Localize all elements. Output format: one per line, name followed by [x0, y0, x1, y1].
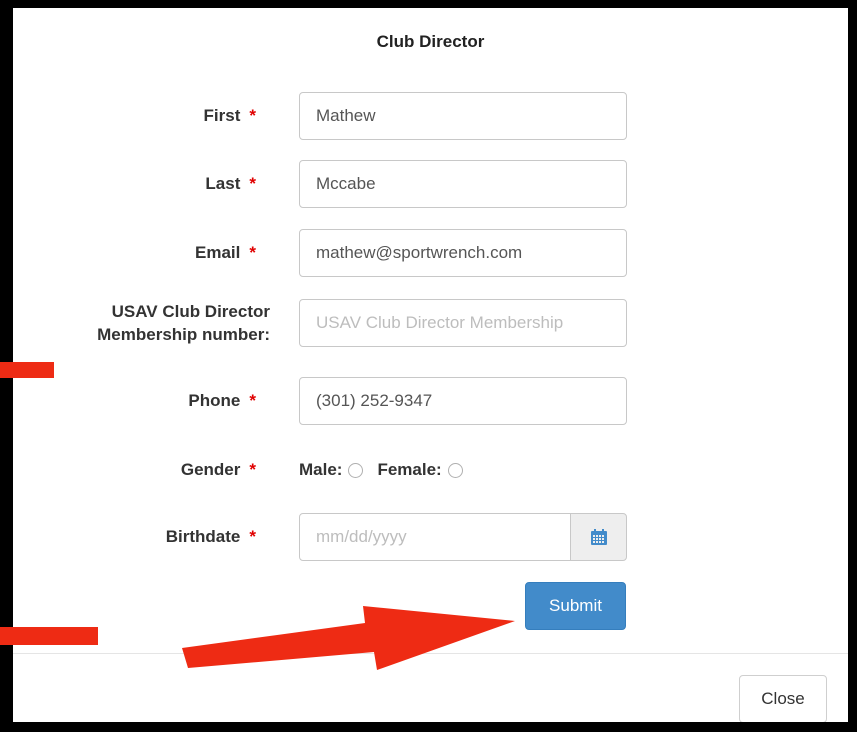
annotation-arrow-icon	[182, 606, 515, 670]
annotation-arrow-shape	[182, 606, 515, 670]
